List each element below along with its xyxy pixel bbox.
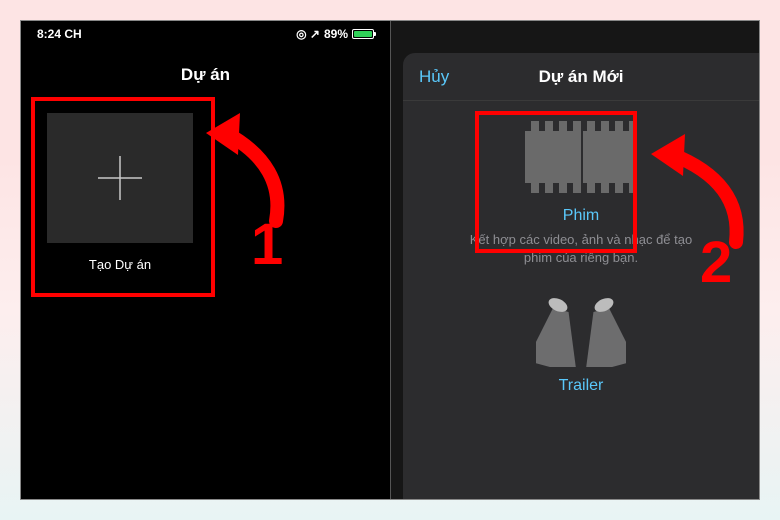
status-time: 8:24 CH [37,27,82,41]
annotation-step-1: 1 [251,211,283,278]
sheet-title: Dự án Mới [539,67,624,87]
annotation-step-2: 2 [700,229,732,296]
status-location-icon: ◎ ↗ [296,27,320,41]
status-bar: 8:24 CH ◎ ↗ 89% [21,21,390,47]
screen-projects: 8:24 CH ◎ ↗ 89% Dự án Tạo Dự án [21,21,390,499]
sheet-header: Hủy Dự án Mới [403,53,759,101]
status-right: ◎ ↗ 89% [296,27,374,41]
trailer-label[interactable]: Trailer [427,377,735,395]
spotlights-icon [536,291,626,367]
screen-new-project: Hủy Dự án Mới Phim Kết hợp các video, ản… [390,21,759,499]
status-battery-pct: 89% [324,27,348,41]
page-title: Dự án [21,47,390,99]
cancel-button[interactable]: Hủy [419,67,449,87]
annotation-highlight-1 [31,97,215,297]
trailer-option[interactable] [536,291,626,367]
battery-icon [352,29,374,39]
tutorial-frame: 8:24 CH ◎ ↗ 89% Dự án Tạo Dự án [20,20,760,500]
annotation-highlight-2 [475,111,637,253]
